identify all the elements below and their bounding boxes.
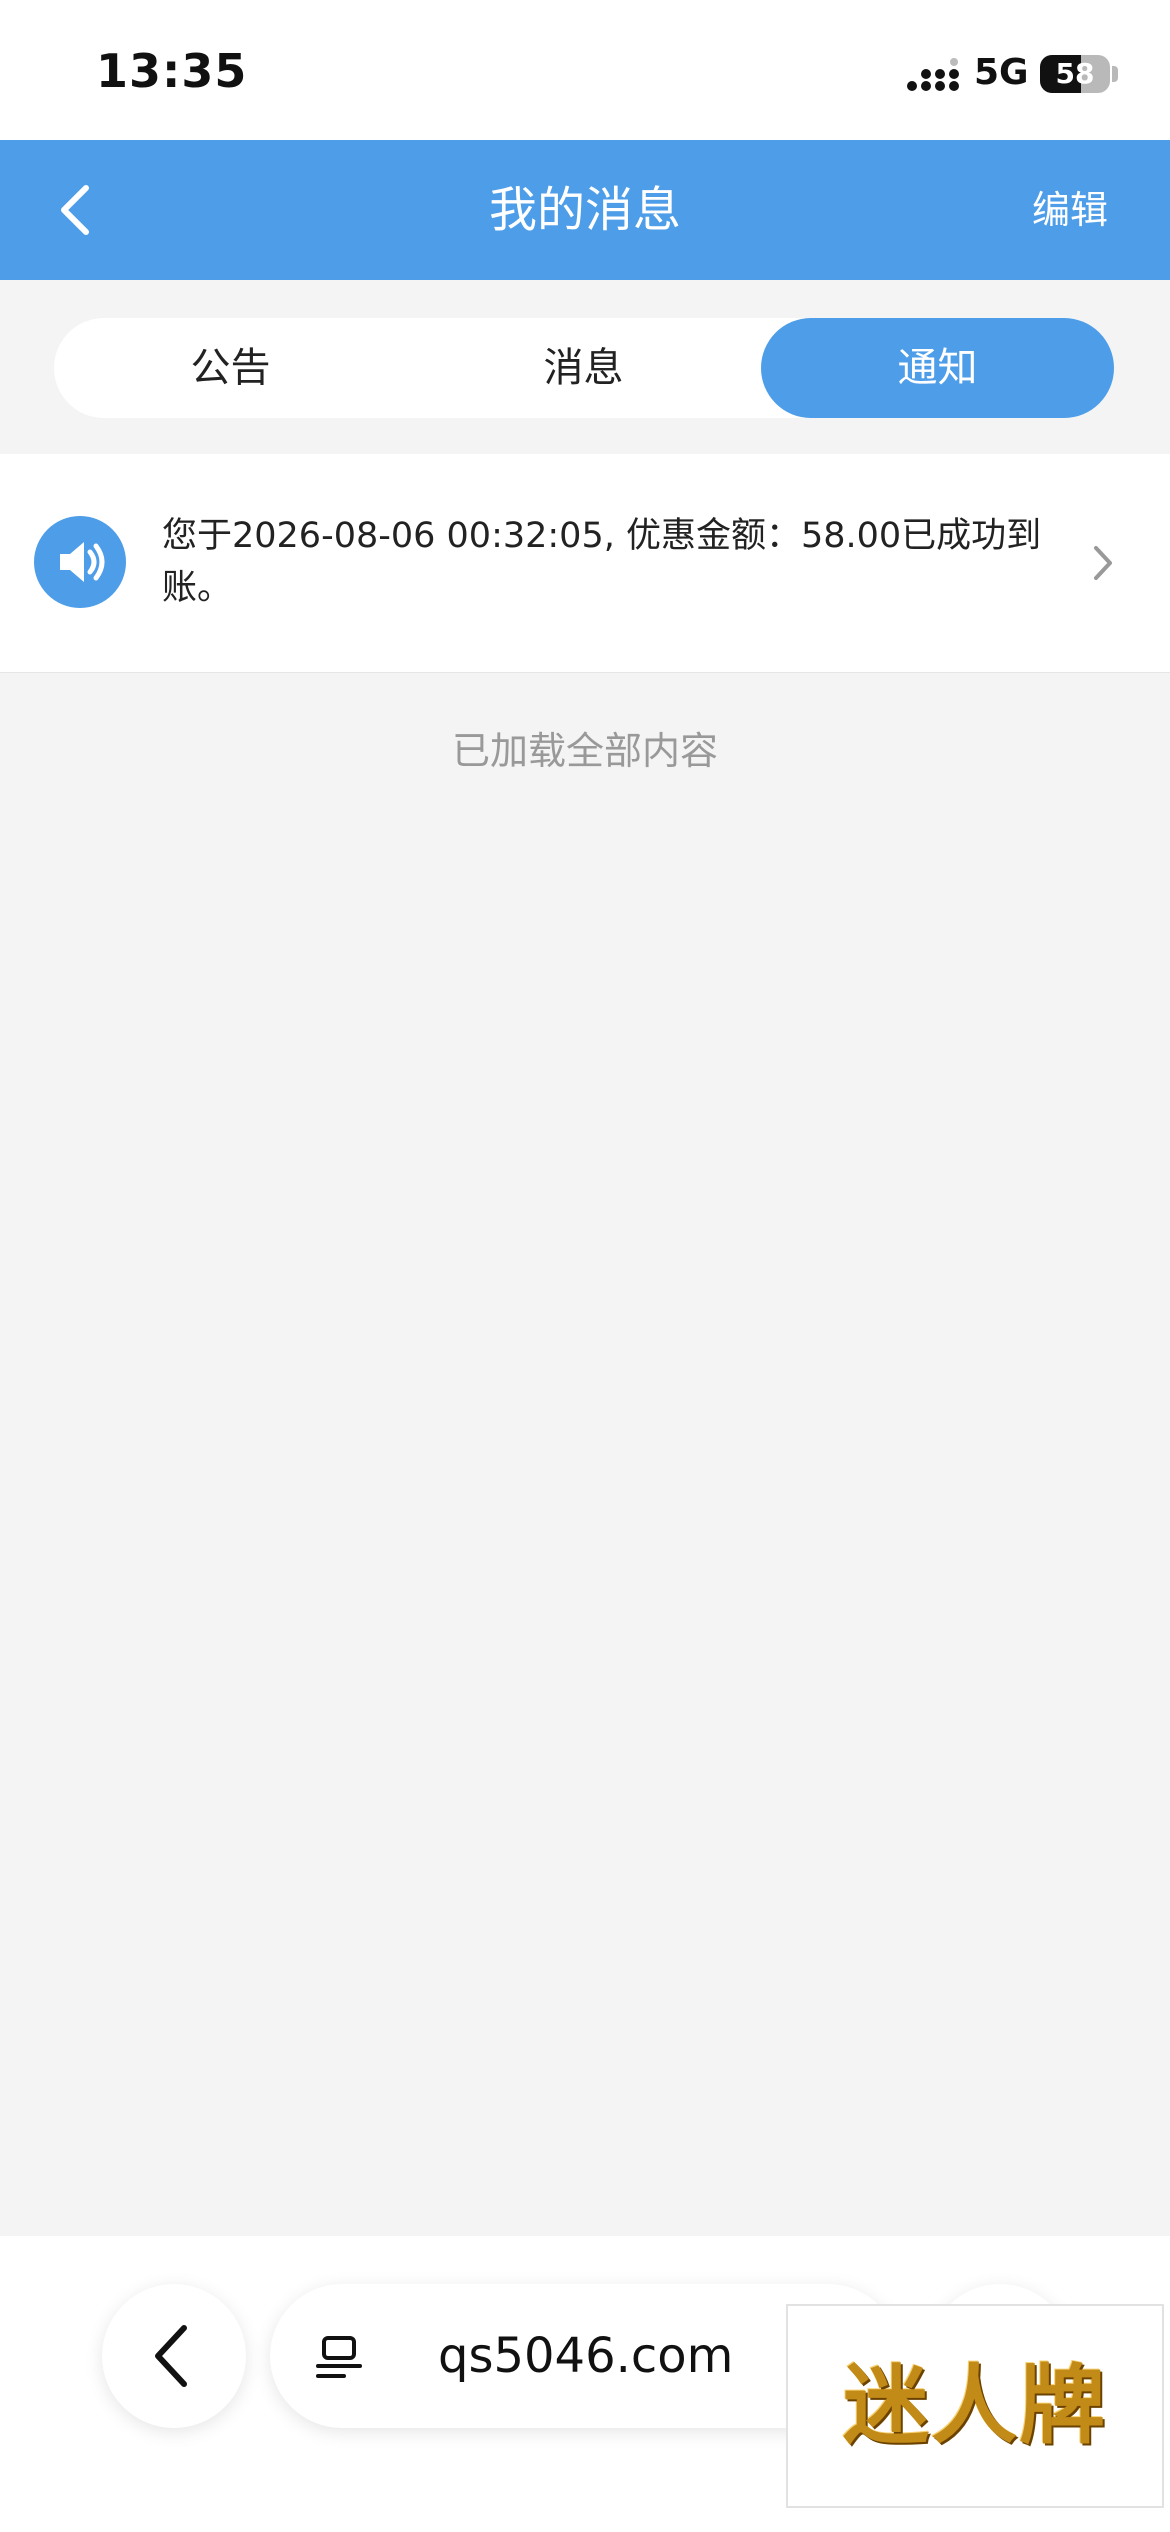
network-type: 5G bbox=[974, 52, 1029, 93]
watermark-text: 迷人牌 bbox=[843, 2355, 1107, 2456]
status-time: 13:35 bbox=[96, 44, 248, 98]
signal-icon bbox=[907, 58, 959, 91]
tab-messages[interactable]: 消息 bbox=[407, 318, 760, 418]
chevron-right-icon bbox=[1094, 546, 1112, 580]
list-end-text: 已加载全部内容 bbox=[451, 729, 718, 773]
battery-level: 58 bbox=[1055, 57, 1095, 90]
app-header: 我的消息 编辑 bbox=[0, 140, 1170, 280]
list-item[interactable]: 您于2026-08-06 00:32:05, 优惠金额：58.00已成功到账。 bbox=[0, 454, 1170, 673]
chevron-left-icon bbox=[155, 2325, 187, 2387]
page-title: 我的消息 bbox=[488, 182, 681, 238]
browser-back-button[interactable] bbox=[102, 2284, 246, 2428]
battery-cap bbox=[1112, 66, 1118, 82]
url-text: qs5046.com bbox=[438, 2328, 734, 2384]
battery-icon: 58 bbox=[1040, 55, 1110, 93]
tab-notifications[interactable]: 通知 bbox=[761, 318, 1114, 418]
tab-announcements[interactable]: 公告 bbox=[54, 318, 407, 418]
watermark-logo: 迷人牌 bbox=[786, 2304, 1164, 2508]
speaker-icon bbox=[34, 516, 126, 608]
message-text: 您于2026-08-06 00:32:05, 优惠金额：58.00已成功到账。 bbox=[162, 516, 1042, 608]
segmented-tabs: 公告 消息 通知 bbox=[54, 318, 1114, 418]
tabs-area: 公告 消息 通知 bbox=[0, 280, 1170, 454]
page-menu-icon[interactable] bbox=[314, 2332, 366, 2384]
edit-button[interactable]: 编辑 bbox=[1032, 140, 1108, 280]
status-bar: 13:35 5G 58 bbox=[0, 0, 1170, 140]
